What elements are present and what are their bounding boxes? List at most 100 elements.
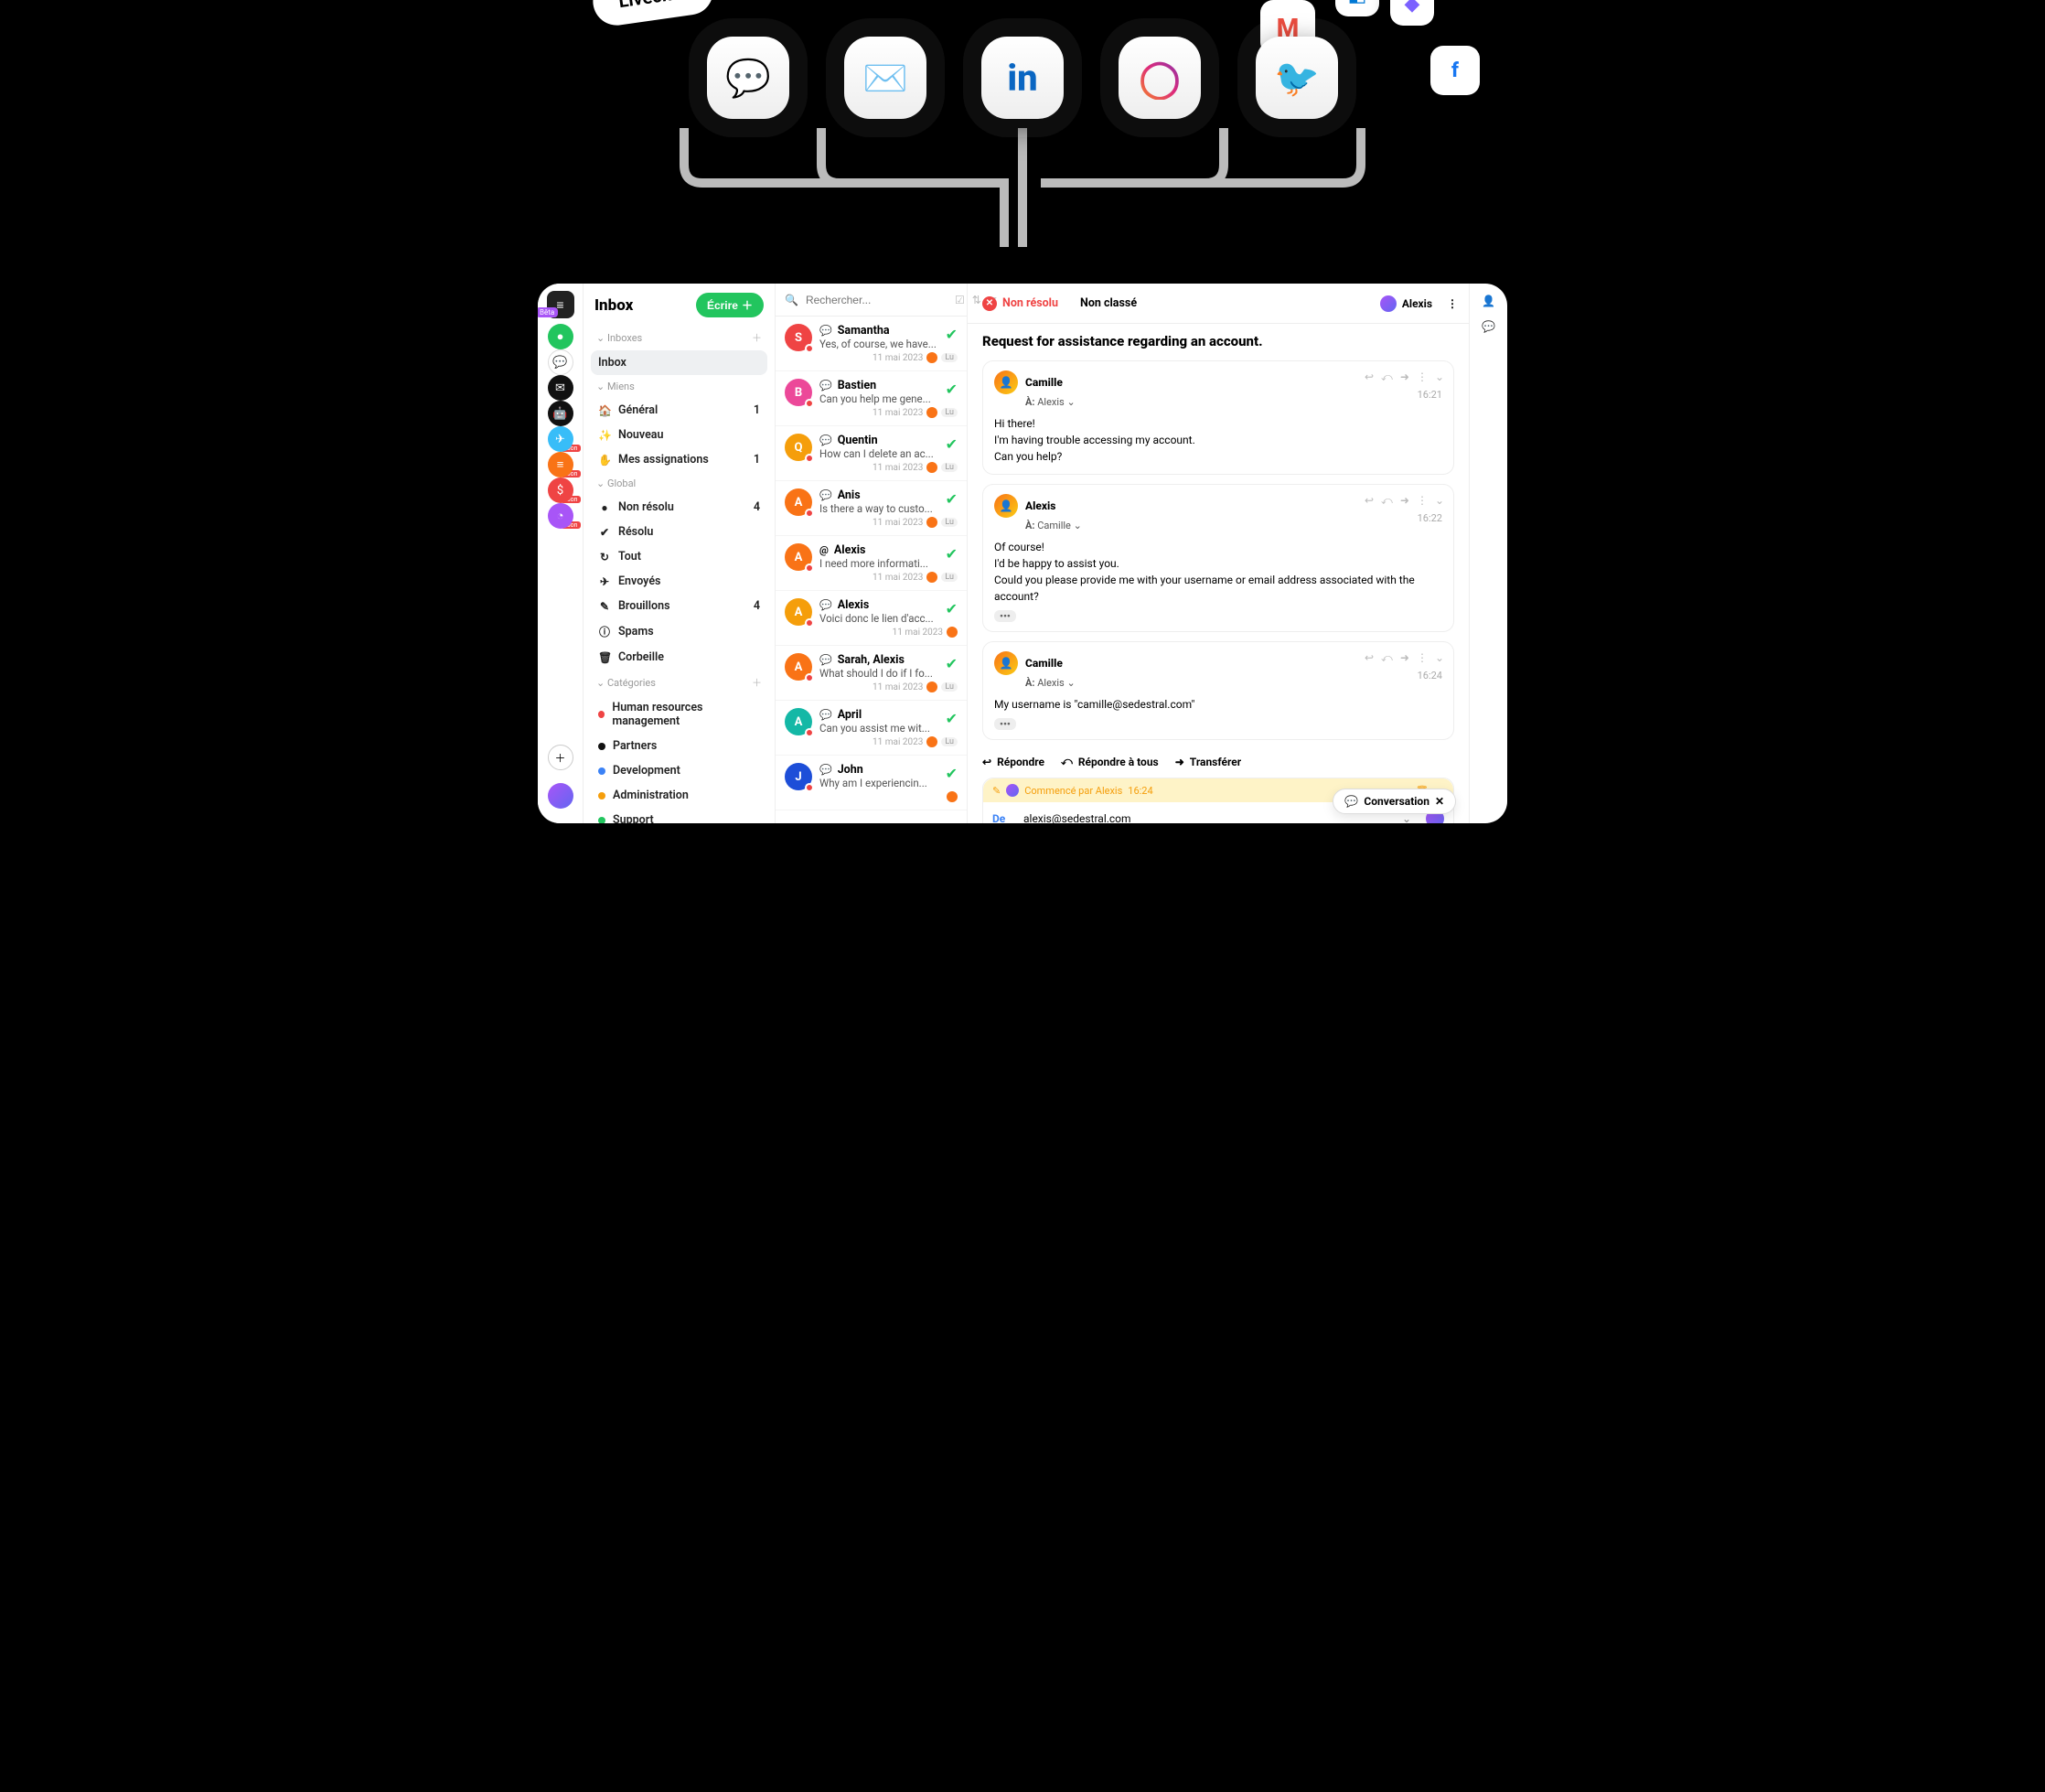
sidebar-item[interactable]: ⓘSpams bbox=[591, 618, 767, 645]
sidebar-item[interactable]: Inbox bbox=[591, 350, 767, 375]
iconbar-dot[interactable]: 🤖 bbox=[548, 401, 573, 426]
chevron-down-icon[interactable]: ⌄ bbox=[1074, 520, 1082, 531]
search-input[interactable] bbox=[806, 294, 948, 306]
conversation-item[interactable]: J💬JohnWhy am I experiencin...✔ bbox=[776, 756, 967, 810]
more-icon[interactable]: ⋮ bbox=[1417, 494, 1428, 508]
channel-twitter[interactable]: 🐦 bbox=[1256, 37, 1338, 119]
conversation-item[interactable]: A💬AnisIs there a way to custo...11 mai 2… bbox=[776, 481, 967, 536]
avatar bbox=[1006, 784, 1019, 797]
tab-unclassified[interactable]: Non classé bbox=[1076, 296, 1140, 310]
conversation-item[interactable]: Q💬QuentinHow can I delete an ac...11 mai… bbox=[776, 426, 967, 481]
conv-date: 11 mai 2023 bbox=[893, 628, 943, 638]
conv-date: 11 mai 2023 bbox=[873, 353, 923, 363]
plus-icon[interactable]: ＋ bbox=[752, 675, 762, 690]
iconbar-dot[interactable]: 💬 bbox=[548, 349, 573, 375]
reply-all-icon[interactable]: ⤺ bbox=[1381, 651, 1393, 665]
chevron-down-icon[interactable]: ⌄ bbox=[1066, 677, 1075, 689]
forward-icon[interactable]: ➜ bbox=[1400, 370, 1409, 384]
more-icon[interactable]: ⋮ bbox=[1417, 651, 1428, 665]
channel-mail[interactable]: ✉️ bbox=[844, 37, 926, 119]
plus-icon[interactable]: ＋ bbox=[752, 330, 762, 345]
iconbar-user-avatar[interactable] bbox=[548, 783, 573, 809]
sidebar: Inbox Écrire ＋ ⌄ Inboxes＋Inbox⌄ Miens🏠Gé… bbox=[584, 284, 776, 823]
reply-icon[interactable]: ↩ bbox=[1365, 651, 1374, 665]
chevron-down-icon[interactable]: ⌄ bbox=[1435, 370, 1444, 384]
sidebar-item[interactable]: Development bbox=[591, 758, 767, 783]
sidebar-item[interactable]: Administration bbox=[591, 783, 767, 808]
sidebar-item[interactable]: 🗑Corbeille bbox=[591, 645, 767, 670]
sidebar-item[interactable]: Support bbox=[591, 808, 767, 823]
chevron-down-icon[interactable]: ⌄ bbox=[1435, 651, 1444, 665]
tab-unresolved[interactable]: ✕Non résolu bbox=[979, 296, 1062, 311]
conversation-fab[interactable]: 💬 Conversation ✕ bbox=[1333, 789, 1456, 814]
sidebar-item[interactable]: ✋Mes assignations1 bbox=[591, 447, 767, 472]
read-badge: Lu bbox=[941, 463, 958, 472]
iconbar-dot[interactable]: ● bbox=[548, 324, 573, 349]
iconbar-dot[interactable]: ≡ bbox=[548, 452, 573, 478]
reply-all-button[interactable]: ⤺Répondre à tous bbox=[1061, 755, 1159, 768]
select-icon[interactable]: ☑ bbox=[955, 294, 965, 306]
sidebar-item-label: Spams bbox=[618, 625, 654, 638]
conv-name: John bbox=[838, 763, 863, 777]
channel-instagram[interactable]: ◯ bbox=[1119, 37, 1201, 119]
close-icon[interactable]: ✕ bbox=[1435, 795, 1444, 808]
compose-button[interactable]: Écrire ＋ bbox=[696, 293, 764, 317]
conversation-item[interactable]: A💬AprilCan you assist me wit...11 mai 20… bbox=[776, 701, 967, 756]
reply-icon[interactable]: ↩ bbox=[1365, 370, 1374, 384]
chevron-down-icon[interactable]: ⌄ bbox=[1066, 396, 1075, 408]
conversation-item[interactable]: B💬BastienCan you help me gene...11 mai 2… bbox=[776, 371, 967, 426]
sidebar-item-label: Tout bbox=[618, 550, 641, 563]
channel-chat[interactable]: 💬 bbox=[707, 37, 789, 119]
chat-icon: 💬 bbox=[819, 599, 832, 611]
user-icon[interactable]: 👤 bbox=[1482, 295, 1495, 307]
iconbar-add[interactable]: ＋ bbox=[548, 745, 573, 770]
group-header[interactable]: ⌄ Global bbox=[591, 472, 767, 495]
mini-avatar-icon bbox=[926, 681, 937, 692]
ellipsis-icon[interactable]: ••• bbox=[994, 610, 1016, 622]
iconbar-dot[interactable]: $ bbox=[548, 478, 573, 503]
forward-icon: ➜ bbox=[1175, 756, 1184, 768]
sidebar-item[interactable]: ↻ Tout bbox=[591, 544, 767, 569]
conversation-item[interactable]: A@AlexisI need more informati...11 mai 2… bbox=[776, 536, 967, 591]
more-icon[interactable]: ⋮ bbox=[1417, 370, 1428, 384]
reply-all-icon[interactable]: ⤺ bbox=[1381, 370, 1393, 384]
sidebar-item[interactable]: Partners bbox=[591, 734, 767, 758]
ellipsis-icon[interactable]: ••• bbox=[994, 718, 1016, 730]
conv-preview: I need more informati... bbox=[819, 557, 958, 570]
conversation-item[interactable]: A💬AlexisVoici donc le lien d'acc...11 ma… bbox=[776, 591, 967, 646]
group-header[interactable]: ⌄ Inboxes＋ bbox=[591, 325, 767, 350]
sidebar-item[interactable]: ●Non résolu4 bbox=[591, 495, 767, 520]
iconbar-dot[interactable]: ✉ bbox=[548, 375, 573, 401]
reply-all-icon[interactable]: ⤺ bbox=[1381, 494, 1393, 508]
chat-icon: 💬 bbox=[725, 57, 771, 100]
conv-preview: What should I do if I fo... bbox=[819, 667, 958, 680]
nav-icon: ↻ bbox=[598, 551, 611, 563]
sidebar-item[interactable]: ✎Brouillons4 bbox=[591, 594, 767, 618]
group-header[interactable]: ⌄ Miens bbox=[591, 375, 767, 398]
channel-linkedin[interactable]: in bbox=[981, 37, 1064, 119]
more-icon[interactable]: ⋮ bbox=[1447, 297, 1458, 310]
conversation-item[interactable]: A💬Sarah, AlexisWhat should I do if I fo.… bbox=[776, 646, 967, 701]
sidebar-item-label: Non résolu bbox=[618, 500, 674, 514]
sidebar-item[interactable]: ✨Nouveau bbox=[591, 423, 767, 447]
group-header[interactable]: ⌄ Catégories＋ bbox=[591, 670, 767, 695]
nav-icon: ✨ bbox=[598, 429, 611, 442]
avatar: A bbox=[785, 488, 812, 516]
sidebar-item[interactable]: 🏠Général1 bbox=[591, 398, 767, 423]
chat-icon[interactable]: 💬 bbox=[1482, 320, 1495, 333]
forward-icon[interactable]: ➜ bbox=[1400, 651, 1409, 665]
sidebar-item-label: Brouillons bbox=[618, 599, 670, 613]
conversation-item[interactable]: S💬SamanthaYes, of course, we have...11 m… bbox=[776, 317, 967, 371]
forward-icon[interactable]: ➜ bbox=[1400, 494, 1409, 508]
reply-button[interactable]: ↩Répondre bbox=[982, 755, 1044, 768]
chevron-down-icon[interactable]: ⌄ bbox=[1435, 494, 1444, 508]
check-icon: ✔ bbox=[946, 435, 958, 453]
thread-owner[interactable]: Alexis bbox=[1380, 295, 1432, 312]
sidebar-item[interactable]: Human resources management bbox=[591, 695, 767, 734]
reply-icon[interactable]: ↩ bbox=[1365, 494, 1374, 508]
iconbar-dot[interactable]: ✈ bbox=[548, 426, 573, 452]
sidebar-item[interactable]: ✔Résolu bbox=[591, 520, 767, 544]
forward-button[interactable]: ➜Transférer bbox=[1175, 755, 1241, 768]
iconbar-dot[interactable]: ◔ bbox=[548, 503, 573, 529]
sidebar-item[interactable]: ✈Envoyés bbox=[591, 569, 767, 594]
